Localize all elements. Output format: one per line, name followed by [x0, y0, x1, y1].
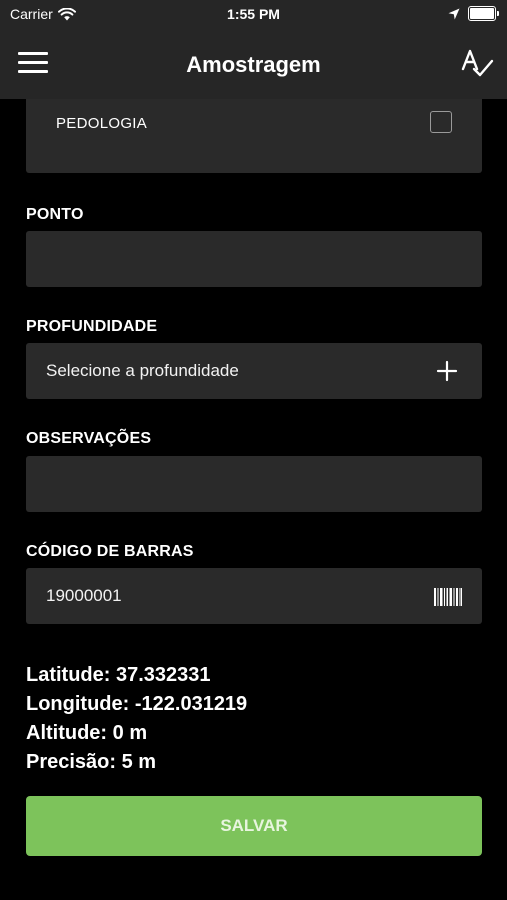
latitude-text: Latitude: 37.332331	[26, 664, 211, 686]
category-option-pedologia[interactable]: PEDOLOGIA	[26, 99, 482, 173]
profundidade-label: PROFUNDIDADE	[26, 318, 158, 335]
codigo-barras-field[interactable]: 19000001	[26, 568, 482, 624]
save-button[interactable]: SALVAR	[26, 796, 482, 856]
location-arrow-icon	[448, 8, 460, 19]
status-right	[448, 6, 499, 21]
ponto-field[interactable]	[26, 231, 482, 287]
codigo-barras-value: 19000001	[46, 586, 122, 605]
category-checkbox[interactable]	[430, 111, 452, 133]
ponto-label: PONTO	[26, 206, 84, 223]
status-time: 1:55 PM	[227, 6, 280, 22]
barcode-icon[interactable]	[434, 588, 462, 606]
spellcheck-icon[interactable]	[459, 46, 495, 82]
profundidade-selector[interactable]: Selecione a profundidade	[26, 343, 482, 399]
status-bar: Carrier 1:55 PM	[0, 0, 507, 30]
category-label: PEDOLOGIA	[56, 115, 148, 132]
observacoes-label: OBSERVAÇÕES	[26, 430, 152, 447]
profundidade-placeholder: Selecione a profundidade	[46, 361, 239, 380]
plus-icon[interactable]	[436, 360, 458, 382]
battery-icon	[468, 6, 496, 21]
codigo-barras-label: CÓDIGO DE BARRAS	[26, 543, 194, 560]
precisao-text: Precisão: 5 m	[26, 751, 157, 773]
altitude-text: Altitude: 0 m	[26, 722, 148, 744]
battery-cap	[497, 11, 499, 16]
longitude-text: Longitude: -122.031219	[26, 693, 248, 715]
observacoes-field[interactable]	[26, 456, 482, 512]
page-title: Amostragem	[186, 52, 321, 77]
navigation-bar: Amostragem	[0, 30, 507, 99]
